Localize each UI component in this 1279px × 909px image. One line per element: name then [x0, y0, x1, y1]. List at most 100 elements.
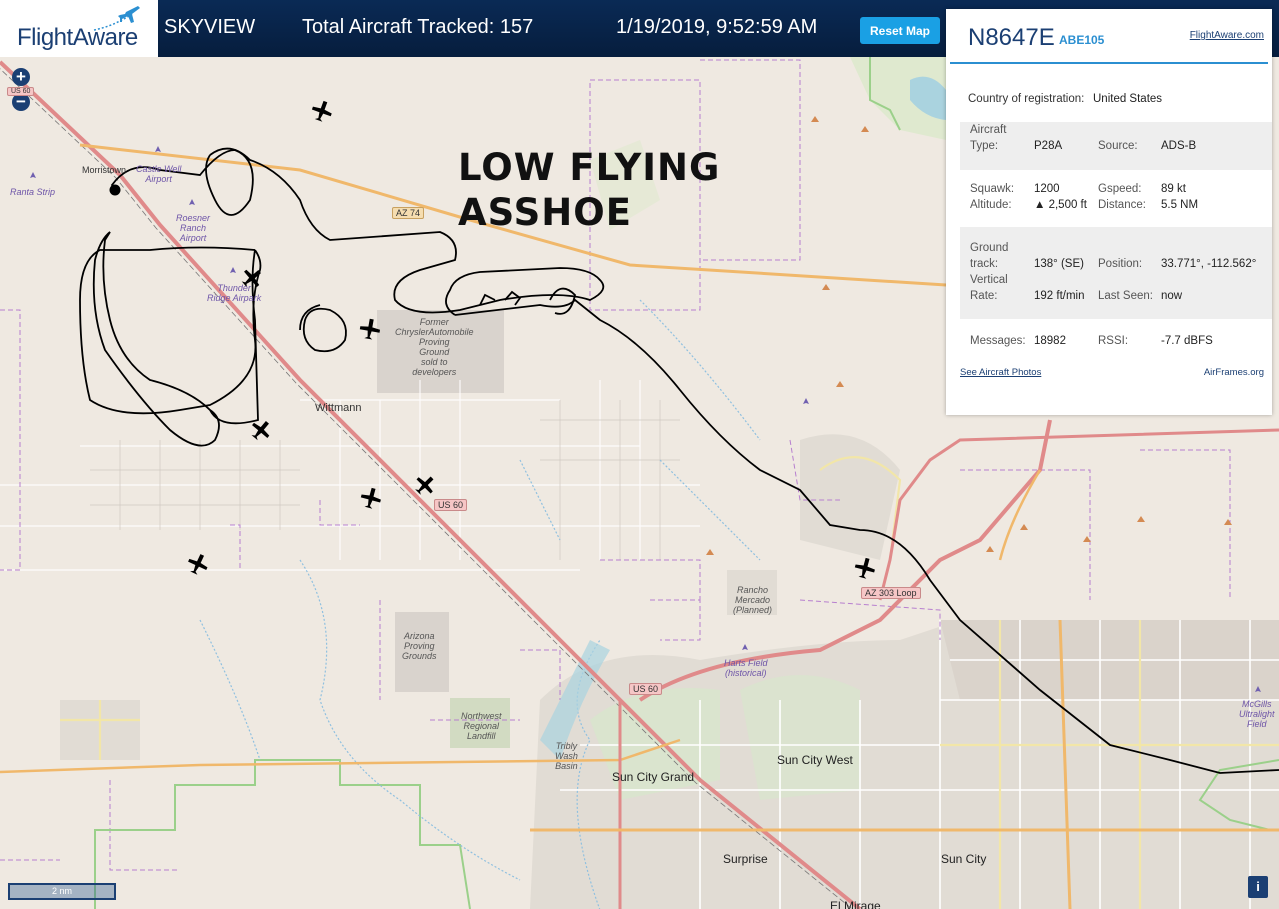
- airport-label-line: Airport: [179, 233, 207, 243]
- note-rancho-mercado: Rancho Mercado (Planned): [733, 585, 772, 615]
- source-label: Source:: [1098, 140, 1138, 152]
- aircraft-callsign[interactable]: ABE105: [1059, 33, 1104, 47]
- place-sun-city-grand: Sun City Grand: [612, 770, 695, 784]
- messages-value: 18982: [1034, 335, 1066, 347]
- place-sun-city: Sun City: [941, 852, 987, 866]
- note-tribly-wash: Tribly Wash Basin: [555, 741, 578, 771]
- note-line: Tribly: [555, 741, 578, 751]
- note-chrysler: Former ChryslerAutomobile Proving Ground…: [395, 317, 474, 377]
- label-line: Vertical: [970, 274, 1008, 286]
- map-info-button[interactable]: i: [1248, 876, 1268, 898]
- aircraft-ident: N8647E: [968, 24, 1055, 51]
- overlay-line-2: ASSHOE: [458, 191, 632, 234]
- ground-track-label: Ground track:: [970, 240, 1008, 272]
- airport-ranta: Ranta Strip: [10, 187, 56, 197]
- row-squawk: Squawk: 1200 Gspeed: 89 kt Altitude: ▲ 2…: [960, 181, 1272, 215]
- aircraft-info-panel: N8647E ABE105 FlightAware.com Country of…: [946, 9, 1272, 415]
- note-line: Northwest: [461, 711, 502, 721]
- overlay-line-1: LOW FLYING: [458, 146, 721, 189]
- squawk-value: 1200: [1034, 183, 1060, 195]
- airport-label-line: (historical): [725, 668, 767, 678]
- see-aircraft-photos-link[interactable]: See Aircraft Photos: [960, 367, 1041, 378]
- logo-text: FlightAware: [17, 24, 138, 51]
- tracked-count: Total Aircraft Tracked: 157: [302, 16, 534, 38]
- row-messages: Messages: 18982 RSSI: -7.7 dBFS: [960, 333, 1272, 353]
- ground-track-value: 138° (SE): [1034, 258, 1084, 270]
- shield-us60-south: US 60: [629, 683, 663, 695]
- country-value: United States: [1093, 93, 1163, 105]
- shield-us60-mid: US 60: [434, 499, 468, 511]
- panel-divider: [950, 62, 1268, 64]
- label-line: Type:: [970, 140, 999, 152]
- place-wittmann: Wittmann: [315, 402, 362, 414]
- distance-value: 5.5 NM: [1161, 199, 1199, 211]
- vertical-rate-label: Vertical Rate:: [970, 272, 1008, 304]
- airport-label-line: Airport: [145, 174, 172, 184]
- airport-label-line: Ranch: [180, 223, 207, 233]
- scale-bar: 2 nm: [8, 883, 116, 900]
- place-morristown: Morristown: [82, 165, 127, 175]
- source-value: ADS-B: [1161, 140, 1197, 152]
- place-sun-city-west: Sun City West: [777, 753, 853, 767]
- airport-label-line: Ridge Airpark: [207, 293, 262, 303]
- note-line: Proving: [419, 337, 450, 347]
- note-line: Wash: [555, 751, 578, 761]
- overlay-caption: LOW FLYING ASSHOE: [458, 145, 720, 235]
- last-seen-value: now: [1161, 290, 1183, 302]
- shield-az303: AZ 303 Loop: [861, 587, 921, 599]
- note-line: Ground: [419, 347, 450, 357]
- note-line: Arizona: [404, 631, 435, 641]
- place-surprise: Surprise: [723, 852, 768, 866]
- note-arizona-proving-grounds: Arizona Proving Grounds: [402, 631, 437, 661]
- position-label: Position:: [1098, 258, 1143, 270]
- aircraft-type-value: P28A: [1034, 140, 1063, 152]
- airport-label-line: Harts Field: [724, 658, 768, 668]
- distance-label: Distance:: [1098, 199, 1146, 211]
- note-line: sold to: [421, 357, 448, 367]
- airport-roesner: Roesner Ranch Airport: [176, 213, 210, 243]
- zoom-in-button[interactable]: +: [12, 68, 30, 86]
- airport-harts-field: Harts Field (historical): [724, 658, 768, 678]
- aircraft-type-label: Aircraft Type:: [970, 122, 1006, 154]
- note-landfill: Northwest Regional Landfill: [461, 711, 502, 741]
- reset-map-button[interactable]: Reset Map: [860, 17, 940, 44]
- rssi-label: RSSI:: [1098, 335, 1129, 347]
- note-line: Regional: [463, 721, 500, 731]
- airport-label-line: Castle Well: [136, 164, 182, 174]
- last-seen-label: Last Seen:: [1098, 290, 1153, 302]
- flightaware-link[interactable]: FlightAware.com: [1190, 30, 1264, 41]
- flightaware-logo[interactable]: FlightAware: [0, 0, 158, 57]
- row-aircraft-type: Aircraft Type: P28A Source: ADS-B: [960, 122, 1272, 170]
- note-line: Former: [419, 317, 449, 327]
- shield-us60-nw: US 60: [7, 87, 35, 96]
- label-line: Ground: [970, 242, 1009, 254]
- label-line: track:: [970, 258, 999, 270]
- airport-label-line: Field: [1247, 719, 1267, 729]
- country-label: Country of registration:: [968, 93, 1085, 105]
- shield-az74: AZ 74: [392, 207, 425, 219]
- note-line: ChryslerAutomobile: [395, 327, 474, 337]
- place-el-mirage: El Mirage: [830, 899, 881, 909]
- note-line: Mercado: [735, 595, 771, 605]
- note-line: Basin: [555, 761, 578, 771]
- airport-label-line: Thunder: [217, 283, 251, 293]
- airport-label-line: Ultralight: [1239, 709, 1275, 719]
- note-line: Rancho: [737, 585, 769, 595]
- gspeed-value: 89 kt: [1161, 183, 1186, 195]
- gspeed-label: Gspeed:: [1098, 183, 1142, 195]
- row-ground-track: Ground track: 138° (SE) Position: 33.771…: [960, 227, 1272, 319]
- airframes-link[interactable]: AirFrames.org: [1204, 367, 1264, 378]
- vertical-rate-value: 192 ft/min: [1034, 290, 1085, 302]
- airport-thunder-ridge: Thunder Ridge Airpark: [207, 283, 261, 303]
- position-value: 33.771°, -112.562°: [1161, 258, 1257, 270]
- altitude-value: ▲ 2,500 ft: [1034, 199, 1087, 211]
- note-line: (Planned): [733, 605, 773, 615]
- altitude-label: Altitude:: [970, 199, 1012, 211]
- label-line: Aircraft: [970, 124, 1007, 136]
- rssi-value: -7.7 dBFS: [1161, 335, 1213, 347]
- app-name: SKYVIEW: [164, 16, 256, 38]
- note-line: Proving: [404, 641, 435, 651]
- note-line: Landfill: [466, 731, 496, 741]
- label-line: Rate:: [970, 290, 998, 302]
- note-line: Grounds: [402, 651, 437, 661]
